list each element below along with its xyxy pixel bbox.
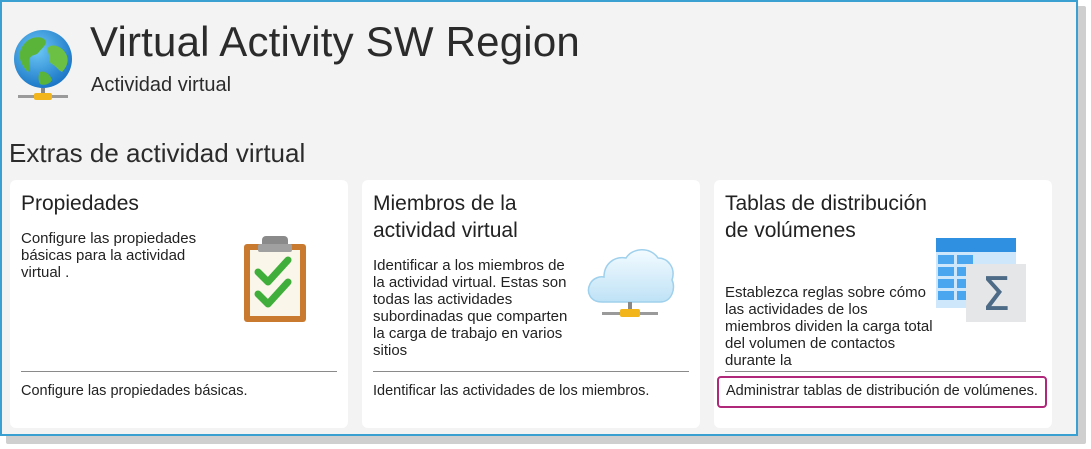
card-members[interactable]: Miembros de la actividad virtual Identif… bbox=[362, 180, 700, 428]
card-description: Configure las propiedades básicas para l… bbox=[21, 230, 197, 281]
card-divider bbox=[725, 371, 1041, 372]
card-divider bbox=[21, 371, 337, 372]
card-title: Miembros de la actividad virtual bbox=[373, 192, 518, 242]
globe-network-icon bbox=[14, 30, 72, 100]
manage-distribution-tables-link[interactable]: Administrar tablas de distribución de vo… bbox=[726, 383, 1038, 399]
card-properties[interactable]: Propiedades Configure las propiedades bá… bbox=[10, 180, 348, 428]
card-title: Propiedades bbox=[21, 192, 139, 215]
app-window: Virtual Activity SW Region Actividad vir… bbox=[0, 0, 1078, 436]
clipboard-checklist-icon bbox=[244, 236, 306, 322]
card-description: Identificar a los miembros de la activid… bbox=[373, 257, 568, 359]
page-title: Virtual Activity SW Region bbox=[90, 18, 580, 65]
identify-members-link[interactable]: Identificar las actividades de los miemb… bbox=[373, 383, 649, 399]
table-sum-icon: Σ bbox=[936, 238, 1026, 322]
card-description: Establezca reglas sobre cómo las activid… bbox=[725, 284, 933, 368]
cloud-network-icon bbox=[587, 249, 675, 317]
svg-text:Σ: Σ bbox=[981, 267, 1010, 321]
card-volume-tables[interactable]: Tablas de distribución de volúmenes Esta… bbox=[714, 180, 1052, 428]
configure-properties-link[interactable]: Configure las propiedades básicas. bbox=[21, 383, 248, 399]
section-title: Extras de actividad virtual bbox=[9, 138, 306, 168]
card-divider bbox=[373, 371, 689, 372]
page-subtitle: Actividad virtual bbox=[91, 74, 232, 96]
card-title: Tablas de distribución de volúmenes bbox=[725, 192, 927, 242]
